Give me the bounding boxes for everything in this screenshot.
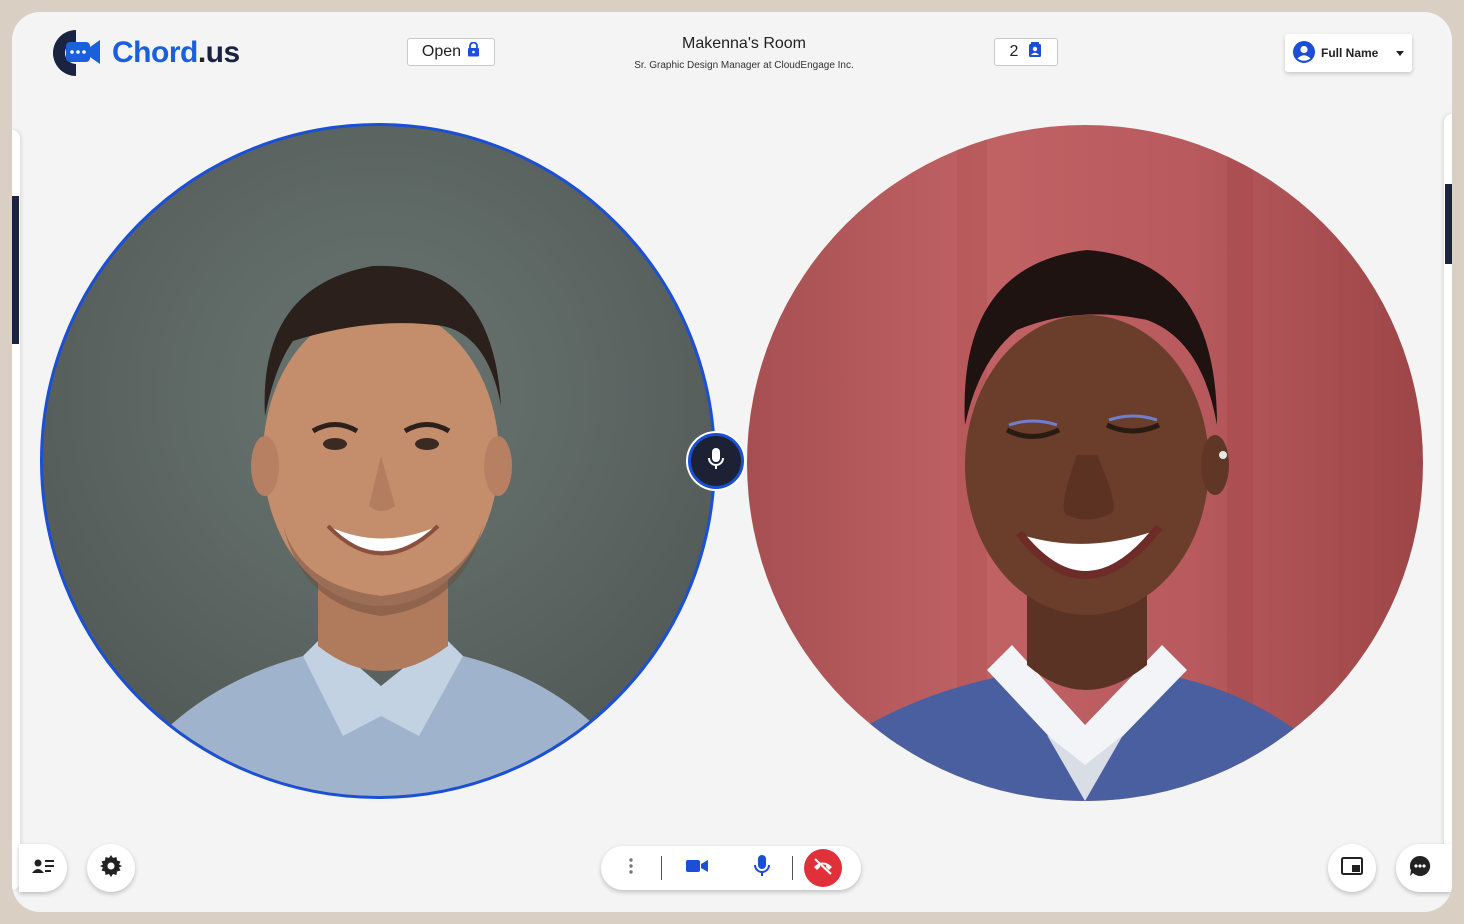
brand-logo[interactable]: Chord.us — [52, 28, 240, 78]
gear-icon — [100, 854, 122, 882]
chat-button[interactable] — [1396, 844, 1452, 892]
right-side-panel[interactable] — [1444, 114, 1452, 890]
call-control-bar — [601, 846, 861, 890]
end-call-button[interactable] — [793, 846, 853, 890]
chevron-down-icon — [1396, 50, 1405, 56]
user-name-label: Full Name — [1321, 46, 1379, 60]
participant-count-button[interactable]: 2 — [994, 38, 1058, 66]
end-call-circle[interactable] — [804, 849, 842, 887]
account-circle-icon — [1293, 40, 1315, 66]
left-side-panel[interactable] — [12, 130, 20, 890]
participant-count: 2 — [1009, 43, 1019, 60]
room-subtitle: Sr. Graphic Design Manager at CloudEngag… — [634, 60, 854, 71]
chat-bubble-icon — [1409, 855, 1431, 882]
chord-logo-icon — [52, 28, 104, 78]
picture-in-picture-button[interactable] — [1328, 844, 1376, 892]
user-menu-dropdown[interactable]: Full Name — [1285, 34, 1412, 72]
active-speaker-mic-indicator — [688, 433, 744, 489]
videocam-icon — [686, 859, 708, 878]
participant-video-tile-2[interactable] — [747, 125, 1423, 801]
brand-name: Chord.us — [112, 36, 240, 69]
mic-icon — [707, 447, 725, 476]
right-panel-handle[interactable] — [1445, 184, 1452, 264]
people-list-button[interactable] — [19, 844, 67, 892]
participant-video-tile-1[interactable] — [40, 123, 716, 799]
lock-status-label: Open — [421, 43, 462, 60]
picture-in-picture-icon — [1341, 856, 1363, 880]
lock-icon — [467, 41, 480, 62]
people-list-icon — [32, 858, 54, 879]
call-end-icon — [812, 857, 834, 880]
more-options-button[interactable] — [601, 846, 661, 890]
settings-button[interactable] — [87, 844, 135, 892]
contacts-icon — [1028, 41, 1042, 63]
participant-2-video — [827, 125, 1347, 801]
room-lock-toggle[interactable]: Open — [407, 38, 495, 66]
mic-toggle-button[interactable] — [732, 846, 792, 890]
participant-1-video — [124, 265, 643, 796]
app-window: Chord.us Open Makenna's Room Sr. Graphic… — [12, 12, 1452, 912]
mic-icon — [754, 854, 770, 882]
more-vert-icon — [629, 857, 633, 879]
room-title: Makenna's Room — [682, 35, 806, 52]
camera-toggle-button[interactable] — [662, 846, 732, 890]
left-panel-handle[interactable] — [12, 196, 19, 344]
